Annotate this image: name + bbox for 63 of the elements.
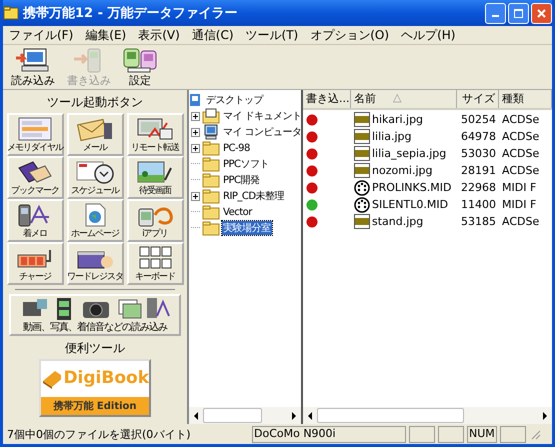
file-size: 53030 — [461, 147, 496, 160]
file-name[interactable]: SILENTL0.MID — [372, 198, 448, 211]
tree-item[interactable]: PC-98 — [222, 142, 251, 154]
status-text: DoCoMo N900i — [252, 426, 406, 442]
menu-item[interactable]: ツール(T) — [240, 26, 304, 44]
menu-item[interactable]: ファイル(F) — [3, 26, 80, 44]
column-header[interactable]: 書き込... — [303, 90, 351, 108]
file-name[interactable]: lilia_sepia.jpg — [372, 147, 446, 160]
sort-indicator: △ — [393, 91, 402, 104]
file-type: MIDI F — [502, 181, 536, 194]
file-name[interactable]: PROLINKS.MID — [372, 181, 452, 194]
file-size: 28191 — [461, 164, 496, 177]
tool-button[interactable]: メモリダイヤル — [6, 113, 64, 156]
tool-button[interactable]: スケジュール — [66, 156, 124, 199]
tool-button[interactable]: キーボード — [126, 242, 184, 285]
file-type: ACDSe — [502, 113, 540, 126]
file-size: 11400 — [461, 198, 496, 211]
menu-item[interactable]: 通信(C) — [186, 26, 240, 44]
tool-button[interactable]: ワードレジスタ — [66, 242, 124, 285]
column-header[interactable]: 種類 — [499, 90, 552, 108]
status-text: 7個中0個のファイルを選択(0バイト) — [6, 426, 192, 442]
tool-button[interactable]: 待受画面 — [126, 156, 184, 199]
tree-item[interactable]: マイ コンピュータ — [222, 125, 303, 139]
window-title: 携帯万能12 - 万能データファイラー — [23, 4, 239, 22]
file-name[interactable]: hikari.jpg — [372, 113, 424, 126]
file-name[interactable]: stand.jpg — [372, 215, 424, 228]
file-name[interactable]: lilia.jpg — [372, 130, 412, 143]
file-type: ACDSe — [502, 147, 540, 160]
toolbar-button[interactable]: 読み込み — [9, 46, 57, 88]
file-name[interactable]: nozomi.jpg — [372, 164, 432, 177]
panel-title: 便利ツール — [65, 340, 125, 357]
tree-item[interactable]: 実験場分室 — [222, 221, 272, 235]
tree-item[interactable]: PPC開発 — [222, 173, 261, 187]
file-type: ACDSe — [502, 164, 540, 177]
toolbar-button[interactable]: 設定 — [121, 46, 159, 88]
file-type: MIDI F — [502, 198, 536, 211]
tool-button[interactable]: 着メロ — [6, 199, 64, 242]
tree-item[interactable]: PPCソフト — [222, 157, 270, 171]
menu-item[interactable]: オプション(O) — [304, 26, 396, 44]
panel-title: ツール起動ボタン — [47, 94, 143, 111]
tool-button[interactable]: iアプリ — [126, 199, 184, 242]
file-size: 53185 — [461, 215, 496, 228]
file-size: 50254 — [461, 113, 496, 126]
tree-item[interactable]: RIP_CD未整理 — [222, 189, 286, 203]
menu-item[interactable]: 表示(V) — [132, 26, 186, 44]
file-type: ACDSe — [502, 215, 540, 228]
status-text: NUM — [467, 426, 497, 442]
tool-button[interactable]: チャージ — [6, 242, 64, 285]
menu-item[interactable]: 編集(E) — [79, 26, 132, 44]
tool-button[interactable]: ホームページ — [66, 199, 124, 242]
media-import-button[interactable]: 動画、写真、着信音などの読み込み — [9, 294, 181, 336]
tree-item[interactable]: デスクトップ — [205, 93, 264, 107]
tree-item[interactable]: Vector — [222, 206, 253, 218]
tool-button[interactable]: メール — [66, 113, 124, 156]
file-size: 22968 — [461, 181, 496, 194]
digibook-button[interactable]: DigiBook 携帯万能 Edition — [39, 359, 151, 417]
tool-button[interactable]: リモート転送 — [126, 113, 184, 156]
menu-item[interactable]: ヘルプ(H) — [395, 26, 462, 44]
file-size: 64978 — [461, 130, 496, 143]
tree-item[interactable]: マイ ドキュメント — [222, 109, 303, 123]
tool-button[interactable]: ブックマーク — [6, 156, 64, 199]
file-type: ACDSe — [502, 130, 540, 143]
column-header[interactable]: サイズ — [457, 90, 499, 108]
